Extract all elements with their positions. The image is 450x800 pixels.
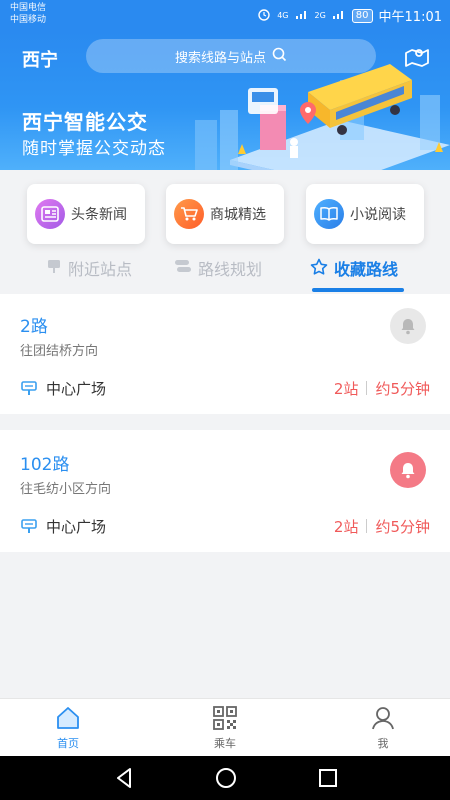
alarm-icon xyxy=(257,7,271,25)
city-selector[interactable]: 西宁 xyxy=(22,46,58,72)
quick-link-label: 商城精选 xyxy=(210,207,266,223)
signal-icon xyxy=(295,8,309,24)
quick-link-news[interactable]: 头条新闻 xyxy=(27,184,145,244)
recent-apps-icon[interactable] xyxy=(316,766,340,790)
qr-code-icon xyxy=(213,706,237,730)
clock: 中午11:01 xyxy=(378,10,442,25)
route-direction: 往毛纺小区方向 xyxy=(20,482,112,497)
nav-label: 乘车 xyxy=(214,737,236,750)
tab-label: 路线规划 xyxy=(198,260,263,279)
status-bar: 中国电信 中国移动 4G 2G 80 中午11:01 xyxy=(0,0,450,30)
user-icon xyxy=(372,707,394,730)
arrival-time: 约5分钟 xyxy=(375,379,430,398)
stop-info-row: 中心广场 2站 约5分钟 xyxy=(20,514,430,538)
quick-link-novel[interactable]: 小说阅读 xyxy=(306,184,424,244)
battery-level: 80 xyxy=(351,8,373,23)
nav-ride[interactable]: 乘车 xyxy=(185,705,265,751)
android-navigation-bar xyxy=(0,756,450,800)
signal-2-icon xyxy=(332,8,346,24)
stop-info-row: 中心广场 2站 约5分钟 xyxy=(20,376,430,400)
arrival-time: 约5分钟 xyxy=(375,517,430,536)
nav-label: 首页 xyxy=(57,737,79,750)
stop-name: 中心广场 xyxy=(46,517,107,536)
carrier-2: 中国移动 xyxy=(10,15,47,25)
home-icon xyxy=(57,707,79,729)
tab-route-planning[interactable]: 路线规划 xyxy=(174,256,262,280)
nav-me[interactable]: 我 xyxy=(343,705,423,751)
arrival-info: 2站 约5分钟 xyxy=(334,516,430,537)
route-icon xyxy=(174,258,192,278)
cart-icon xyxy=(174,199,204,229)
divider xyxy=(366,519,368,533)
slogan-subtitle: 随时掌握公交动态 xyxy=(22,139,166,159)
nav-label: 我 xyxy=(377,737,389,750)
divider xyxy=(366,381,368,395)
tab-label: 收藏路线 xyxy=(334,260,399,279)
status-right: 4G 2G 80 中午11:01 xyxy=(257,6,442,25)
tab-label: 附近站点 xyxy=(68,260,133,279)
reminder-bell-icon[interactable] xyxy=(390,308,426,344)
stops-away: 2站 xyxy=(333,517,359,536)
reminder-bell-active-icon[interactable] xyxy=(390,452,426,488)
arrival-info: 2站 约5分钟 xyxy=(334,378,430,399)
bus-stop-icon xyxy=(46,258,62,278)
route-direction: 往团结桥方向 xyxy=(20,344,99,359)
bus-stop-sign-icon xyxy=(20,380,38,396)
quick-link-label: 头条新闻 xyxy=(71,207,127,223)
nav-home[interactable]: 首页 xyxy=(28,705,108,751)
news-icon xyxy=(35,199,65,229)
carrier-info: 中国电信 中国移动 xyxy=(10,2,46,26)
header-banner: 西宁 搜索线路与站点 西宁智能公交 随时掌握公交动态 xyxy=(0,30,450,170)
route-name: 102路 xyxy=(20,455,70,475)
home-button-icon[interactable] xyxy=(214,766,238,790)
star-icon xyxy=(310,258,328,279)
tab-nearby-stops[interactable]: 附近站点 xyxy=(46,256,132,280)
active-tab-indicator xyxy=(312,288,404,292)
stops-away: 2站 xyxy=(333,379,359,398)
back-icon[interactable] xyxy=(112,766,136,790)
carrier-1: 中国电信 xyxy=(10,3,47,13)
bus-city-illustration xyxy=(195,64,450,170)
book-icon xyxy=(314,199,344,229)
route-card[interactable]: 2路 往团结桥方向 中心广场 2站 约5分钟 xyxy=(0,294,450,414)
network-2-label: 2G xyxy=(314,10,326,20)
bottom-navigation: 首页 乘车 我 xyxy=(0,698,450,756)
quick-link-mall[interactable]: 商城精选 xyxy=(166,184,284,244)
bus-stop-sign-icon xyxy=(20,518,38,534)
tab-bar: 附近站点 路线规划 收藏路线 xyxy=(0,250,450,294)
stop-name: 中心广场 xyxy=(46,379,107,398)
tab-favorite-routes[interactable]: 收藏路线 xyxy=(310,256,398,280)
slogan-title: 西宁智能公交 xyxy=(22,110,148,134)
route-name: 2路 xyxy=(20,317,48,337)
quick-link-label: 小说阅读 xyxy=(350,207,406,223)
network-1-label: 4G xyxy=(277,10,289,20)
route-card[interactable]: 102路 往毛纺小区方向 中心广场 2站 约5分钟 xyxy=(0,430,450,552)
